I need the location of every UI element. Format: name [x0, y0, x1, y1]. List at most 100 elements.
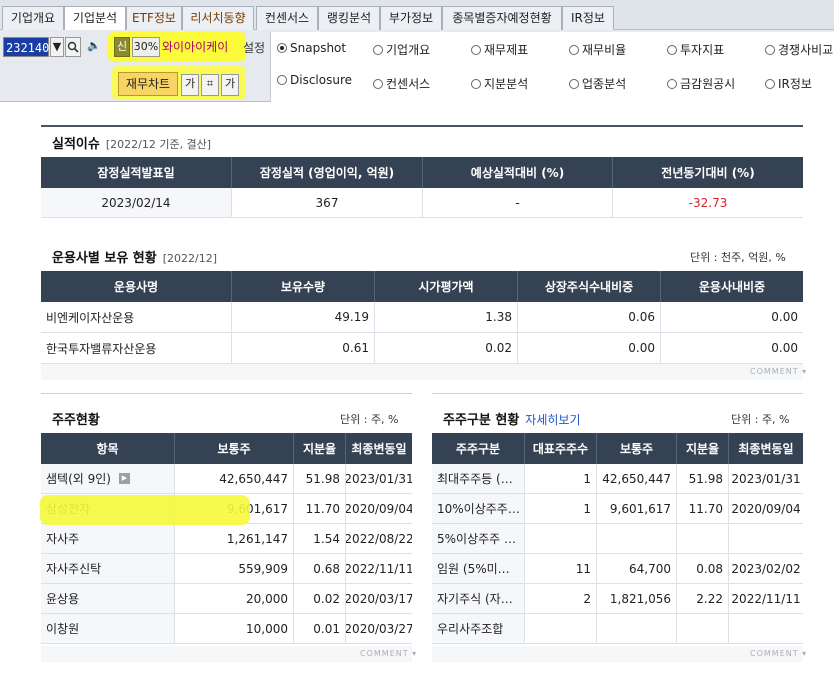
radio-fss-disclosure[interactable]: 금감원공시	[667, 75, 735, 92]
stake-ratio: 0.02	[294, 584, 346, 613]
stake-ratio: 2.22	[677, 584, 729, 613]
fund-name: 비엔케이자산운용	[41, 302, 232, 332]
col-header: 잠정실적발표일	[41, 157, 232, 188]
comment-toggle[interactable]: COMMENT ▾	[750, 649, 807, 658]
stock-code-input[interactable]: 232140	[3, 37, 49, 57]
fund-table-header: 운용사명 보유수량 시가평가액 상장주식수내비중 운용사내비중	[41, 271, 803, 302]
radio-equity-analysis[interactable]: 지분분석	[471, 75, 528, 92]
common-shares: 42,650,447	[597, 464, 677, 493]
stake-ratio: 1.54	[294, 524, 346, 553]
font-up-button[interactable]: 가	[181, 74, 199, 96]
holder-count	[525, 524, 597, 553]
radio-circle-icon	[667, 79, 677, 89]
comment-toggle[interactable]: COMMENT ▾	[750, 367, 807, 376]
tab-company-analysis[interactable]: 기업분석	[64, 6, 126, 31]
frame-icon: ⌗	[206, 77, 214, 90]
fund-holdings-title: 운용사별 보유 현황 [2022/12]	[52, 251, 218, 266]
table-row: 이창원 10,000 0.01 2020/03/27	[41, 614, 412, 644]
radio-financial-statements[interactable]: 재무제표	[471, 41, 528, 58]
radio-circle-icon	[667, 45, 677, 55]
col-header: 최종변동일	[738, 442, 794, 456]
common-shares: 10,000	[175, 614, 294, 643]
margin-rate-badge: 30%	[132, 37, 160, 57]
earnings-value: 367	[232, 188, 423, 217]
divider	[41, 393, 412, 394]
radio-circle-icon	[471, 79, 481, 89]
radio-competitor-comparison[interactable]: 경쟁사비교	[765, 41, 833, 58]
earnings-subtitle: [2022/12 기준, 결산]	[105, 138, 212, 151]
radio-circle-icon	[277, 43, 287, 53]
search-button[interactable]	[65, 37, 81, 57]
font-down-button[interactable]: 가	[221, 74, 239, 96]
col-header: 보통주	[175, 433, 294, 464]
stake-ratio: 0.68	[294, 554, 346, 583]
comment-toggle[interactable]: COMMENT ▾	[360, 649, 417, 658]
row-highlight	[40, 495, 250, 525]
print-button[interactable]: ⌗	[201, 74, 219, 96]
radio-circle-icon	[569, 45, 579, 55]
tab-etf-info[interactable]: ETF정보	[126, 6, 182, 30]
last-change-date: 2020/03/17	[346, 591, 412, 606]
search-icon	[67, 41, 79, 53]
col-header: 지분율	[294, 433, 346, 464]
fund-inner-ratio: 0.00	[771, 341, 798, 355]
fund-qty: 0.61	[232, 333, 375, 363]
radio-consensus[interactable]: 컨센서스	[373, 75, 430, 92]
common-shares	[597, 614, 677, 643]
table-row: 비엔케이자산운용 49.19 1.38 0.06 0.00	[41, 302, 803, 333]
radio-ir-info[interactable]: IR정보	[765, 75, 812, 92]
tab-ranking[interactable]: 랭킹분석	[318, 6, 380, 30]
table-row: 자사주 1,261,147 1.54 2022/08/22	[41, 524, 412, 554]
comment-bar	[41, 646, 412, 662]
shareholders-title: 주주현황	[52, 413, 100, 428]
col-header: 최종변동일	[351, 442, 407, 456]
radio-snapshot[interactable]: Snapshot	[277, 41, 346, 55]
holder-name: 샘텍(외 9인)	[41, 464, 175, 493]
holder-count: 11	[525, 554, 597, 583]
last-change-date: 2022/08/22	[346, 531, 412, 546]
stake-ratio	[677, 524, 729, 553]
view-radio-group: Snapshot 기업개요 재무제표 재무비율 투자지표 경쟁사비교 Discl…	[270, 32, 834, 102]
radio-financial-ratios[interactable]: 재무비율	[569, 41, 626, 58]
stock-name: 와이아이케이	[162, 40, 229, 54]
common-shares: 559,909	[175, 554, 294, 583]
radio-disclosure[interactable]: Disclosure	[277, 73, 352, 87]
radio-circle-icon	[765, 79, 775, 89]
tab-consensus[interactable]: 컨센서스	[256, 6, 318, 30]
earnings-table-header: 잠정실적발표일 잠정실적 (영업이익, 억원) 예상실적대비 (%) 전년동기대…	[41, 157, 803, 188]
comment-bar	[41, 364, 803, 380]
col-header: 운용사내비중	[698, 280, 766, 294]
fund-holdings-unit: 단위 : 천주, 억원, %	[690, 251, 786, 264]
tab-capital-increase[interactable]: 종목별증자예정현황	[442, 6, 562, 30]
settings-label[interactable]: 설정	[243, 39, 265, 56]
detail-link[interactable]: 자세히보기	[525, 413, 580, 427]
code-dropdown-button[interactable]: ▼	[50, 37, 64, 57]
sound-button[interactable]: 🔈	[83, 37, 105, 57]
radio-investment-indicators[interactable]: 투자지표	[667, 41, 724, 58]
table-row: 자사주신탁 559,909 0.68 2022/11/11	[41, 554, 412, 584]
finance-chart-button[interactable]: 재무차트	[118, 72, 178, 96]
divider	[432, 393, 803, 394]
tab-ir-info[interactable]: IR정보	[562, 6, 614, 30]
table-row: 윤상용 20,000 0.02 2020/03/17	[41, 584, 412, 614]
stake-ratio: 0.08	[677, 554, 729, 583]
col-header: 대표주주수	[525, 433, 597, 464]
holder-type: 5%이상주주 …	[432, 524, 525, 553]
radio-industry-analysis[interactable]: 업종분석	[569, 75, 626, 92]
expand-icon[interactable]: ▶	[119, 473, 130, 484]
col-header: 전년동기대비 (%)	[661, 166, 755, 180]
radio-circle-icon	[277, 75, 287, 85]
stake-ratio: 0.01	[294, 614, 346, 643]
common-shares: 42,650,447	[175, 464, 294, 493]
radio-company-overview[interactable]: 기업개요	[373, 41, 430, 58]
tab-extra-info[interactable]: 부가정보	[380, 6, 442, 30]
col-header: 시가평가액	[375, 271, 518, 302]
last-change-date	[729, 614, 803, 643]
tab-research[interactable]: 리서치동향	[182, 6, 254, 30]
last-change-date: 2022/11/11	[731, 591, 801, 606]
holder-type: 자기주식 (자…	[432, 584, 525, 613]
holder-count: 1	[525, 464, 597, 493]
fund-value: 1.38	[375, 302, 518, 332]
tab-company-overview[interactable]: 기업개요	[2, 6, 64, 30]
earnings-title: 실적이슈 [2022/12 기준, 결산]	[52, 137, 212, 152]
